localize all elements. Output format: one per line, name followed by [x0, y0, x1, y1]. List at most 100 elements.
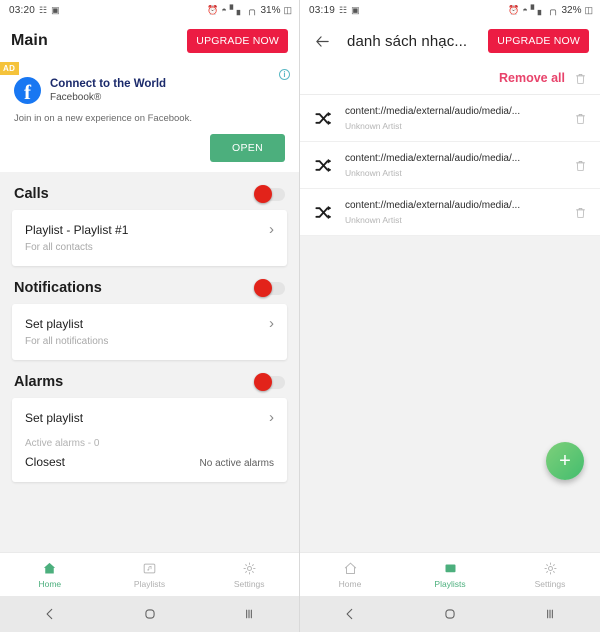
trash-icon[interactable]	[574, 72, 587, 85]
back-triangle-icon	[46, 608, 53, 620]
battery-percent: 31%	[260, 4, 281, 16]
status-bar-left: 03:19 ☷ ▣	[309, 5, 360, 16]
calls-playlist-title: Playlist - Playlist #1	[25, 223, 129, 237]
shuffle-icon[interactable]	[314, 203, 333, 222]
main-scroll-area[interactable]: AD i f Connect to the World Facebook® Jo…	[0, 62, 299, 552]
back-arrow-glyph	[315, 35, 329, 47]
recents-icon	[246, 609, 253, 619]
home-circle-icon	[144, 609, 155, 619]
system-back-button[interactable]	[0, 607, 100, 621]
android-system-nav	[0, 596, 299, 632]
calls-playlist-texts: Playlist - Playlist #1 For all contacts	[25, 222, 128, 253]
gallery-icon: ▣	[51, 4, 60, 15]
track-text: content://media/external/audio/media/...…	[345, 199, 562, 225]
bottom-navigation: Home Playlists Settings	[0, 552, 299, 596]
app-bar: danh sách nhạc... UPGRADE NOW	[300, 20, 600, 62]
nav-label-home: Home	[38, 578, 62, 589]
calls-toggle-knob	[254, 185, 272, 203]
status-bar: 03:19 ☷ ▣ ⏰ ◓ ▘▖ ╭╮ 32% ◫	[300, 0, 600, 20]
track-artist: Unknown Artist	[345, 215, 402, 225]
ad-advertiser: Facebook®	[50, 92, 102, 103]
shuffle-icon[interactable]	[314, 109, 333, 128]
section-alarms-title: Alarms	[14, 374, 64, 390]
nav-label-home: Home	[338, 578, 362, 589]
alarms-card[interactable]: Set playlist › Active alarms - 0 Closest…	[12, 398, 287, 482]
status-time: 03:19	[309, 4, 336, 16]
system-recents-button[interactable]	[199, 607, 299, 621]
nav-item-home[interactable]: Home	[0, 561, 100, 589]
page-title: Main	[11, 32, 48, 49]
ad-actions: OPEN	[14, 134, 285, 162]
nav-label-settings: Settings	[534, 578, 566, 589]
closest-alarm-row: Closest No active alarms	[25, 455, 274, 469]
signal2-icon: ╭╮	[547, 4, 559, 15]
upgrade-now-button[interactable]: UPGRADE NOW	[488, 29, 589, 53]
alarms-toggle-knob	[254, 373, 272, 391]
track-row[interactable]: content://media/external/audio/media/...…	[300, 142, 600, 189]
remove-all-row[interactable]: Remove all	[300, 62, 600, 95]
alarms-extra-info: Active alarms - 0 Closest No active alar…	[25, 438, 274, 469]
notifications-playlist-subtitle: For all notifications	[25, 336, 109, 347]
track-title: content://media/external/audio/media/...	[345, 153, 521, 164]
section-notifications-title: Notifications	[14, 280, 102, 296]
left-phone-screen: 03:20 ☷ ▣ ⏰ ◓ ▘▖ ╭╮ 31% ◫ Main UPGRADE N…	[0, 0, 300, 632]
advertisement-card[interactable]: AD i f Connect to the World Facebook® Jo…	[0, 62, 299, 172]
track-title: content://media/external/audio/media/...	[345, 200, 521, 211]
section-notifications: Notifications Set playlist For all notif…	[0, 279, 299, 360]
trash-icon[interactable]	[574, 206, 587, 219]
bottom-navigation: Home Playlists Settings	[300, 552, 600, 596]
status-bar: 03:20 ☷ ▣ ⏰ ◓ ▘▖ ╭╮ 31% ◫	[0, 0, 299, 20]
nav-item-playlists[interactable]: Playlists	[100, 561, 200, 589]
system-home-button[interactable]	[400, 607, 500, 621]
trash-icon[interactable]	[574, 159, 587, 172]
ad-header: f Connect to the World Facebook®	[14, 77, 285, 104]
track-row[interactable]: content://media/external/audio/media/...…	[300, 95, 600, 142]
facebook-logo-icon: f	[14, 77, 41, 104]
nav-item-playlists[interactable]: Playlists	[400, 561, 500, 589]
ad-info-icon[interactable]: i	[279, 69, 290, 80]
status-bar-left: 03:20 ☷ ▣	[9, 5, 60, 16]
calls-toggle[interactable]	[254, 185, 285, 203]
nav-item-settings[interactable]: Settings	[500, 561, 600, 589]
back-arrow-icon[interactable]	[311, 30, 333, 52]
alarms-toggle[interactable]	[254, 373, 285, 391]
system-recents-button[interactable]	[500, 607, 600, 621]
battery-icon: ◫	[283, 4, 292, 15]
notifications-toggle[interactable]	[254, 279, 285, 297]
shuffle-icon[interactable]	[314, 156, 333, 175]
chevron-right-icon[interactable]: ›	[269, 410, 274, 426]
ad-open-button[interactable]: OPEN	[210, 134, 285, 162]
alarm-icon: ⏰	[207, 4, 219, 15]
home-icon	[344, 562, 356, 574]
notifications-toggle-knob	[254, 279, 272, 297]
android-system-nav	[300, 596, 600, 632]
nav-label-playlists: Playlists	[133, 578, 166, 589]
add-playlist-fab[interactable]: +	[546, 442, 584, 480]
nav-item-home[interactable]: Home	[300, 561, 400, 589]
right-phone-screen: 03:19 ☷ ▣ ⏰ ◓ ▘▖ ╭╮ 32% ◫ danh sách nhạc…	[300, 0, 600, 632]
track-artist: Unknown Artist	[345, 121, 402, 131]
chevron-right-icon[interactable]: ›	[269, 316, 274, 332]
trash-icon[interactable]	[574, 112, 587, 125]
track-row[interactable]: content://media/external/audio/media/...…	[300, 189, 600, 236]
ad-headline-block: Connect to the World Facebook®	[50, 77, 166, 104]
section-calls-header: Calls	[12, 185, 287, 210]
system-back-button[interactable]	[300, 607, 400, 621]
playlist-scroll-area[interactable]: Remove all content://media/external/audi…	[300, 62, 600, 552]
gallery-icon: ▣	[351, 4, 360, 15]
nav-item-settings[interactable]: Settings	[199, 561, 299, 589]
remove-all-label: Remove all	[498, 71, 565, 85]
calls-playlist-card[interactable]: Playlist - Playlist #1 For all contacts …	[12, 210, 287, 266]
system-home-button[interactable]	[100, 607, 200, 621]
nav-label-playlists: Playlists	[434, 578, 466, 589]
back-triangle-icon	[346, 608, 353, 620]
calls-playlist-subtitle: For all contacts	[25, 242, 93, 253]
calls-playlist-row: Playlist - Playlist #1 For all contacts …	[25, 222, 274, 254]
notifications-playlist-texts: Set playlist For all notifications	[25, 316, 108, 347]
notifications-playlist-title: Set playlist	[25, 317, 84, 331]
upgrade-now-button[interactable]: UPGRADE NOW	[187, 29, 288, 53]
notifications-playlist-card[interactable]: Set playlist For all notifications ›	[12, 304, 287, 360]
track-text: content://media/external/audio/media/...…	[345, 105, 562, 131]
ad-title: Connect to the World	[50, 78, 167, 90]
chevron-right-icon[interactable]: ›	[269, 222, 274, 238]
